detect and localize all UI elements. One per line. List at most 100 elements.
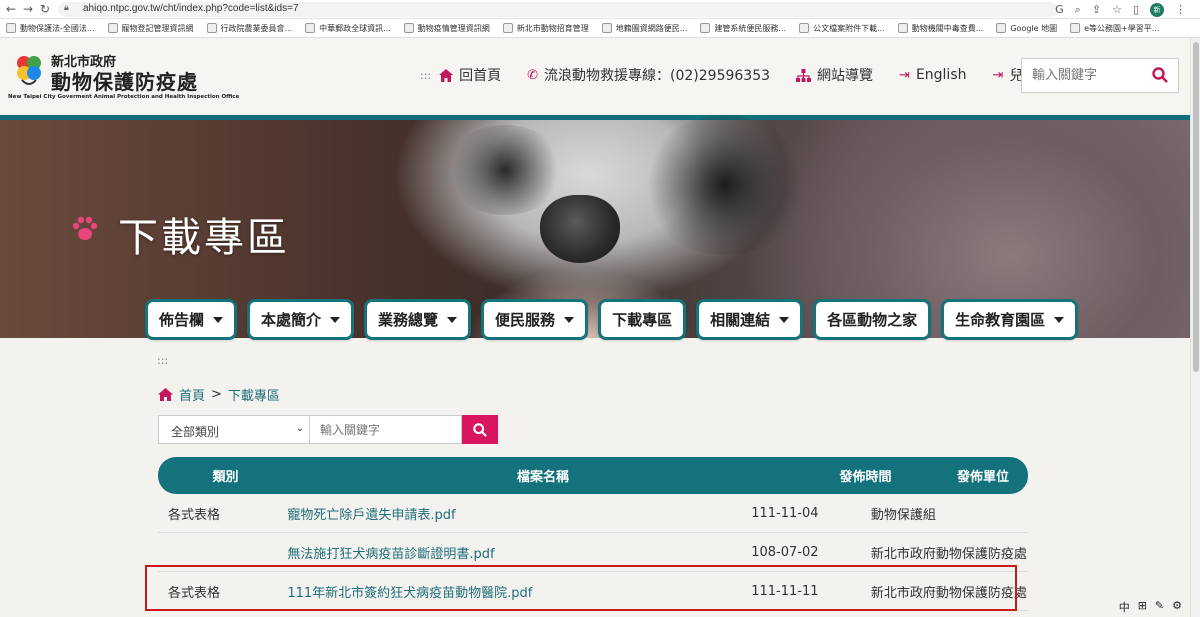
bookmark-label: 中華郵政全球資訊... [319, 23, 391, 33]
sitemap-link[interactable]: 網站導覽 [796, 65, 873, 85]
home-link-label: 回首頁 [459, 68, 502, 84]
bookmark-label: 動物保護法-全國法... [20, 23, 95, 33]
bookmark-label: 行政院農業委員會... [220, 23, 293, 33]
nav-button-label: 下載專區 [612, 311, 673, 329]
url-text: ahiqo.ntpc.gov.tw/cht/index.php?code=lis… [83, 3, 299, 14]
banner-title: 下載專區 [118, 215, 290, 261]
caret-down-icon [447, 316, 458, 323]
english-label: English [915, 67, 967, 83]
category-select[interactable]: 全部類別 ⌄ [158, 415, 310, 444]
zoom-icon[interactable]: ⌕ [1075, 3, 1081, 17]
bookmark-item[interactable]: 中華郵政全球資訊... [305, 23, 391, 34]
bookmark-favicon-icon [403, 23, 414, 33]
bookmark-item[interactable]: 公文檔案附件下載... [799, 23, 885, 34]
bookmark-favicon-icon [1070, 23, 1081, 33]
bookmark-item[interactable]: 寵物登記管理資訊網 [107, 23, 194, 34]
google-icon[interactable]: G [1055, 3, 1064, 16]
bookmark-favicon-icon [107, 23, 118, 33]
forward-arrow-icon[interactable]: → [23, 1, 33, 17]
search-icon [473, 422, 487, 437]
ime-toolbar-icon[interactable]: ⚙ [1172, 599, 1182, 615]
bookmark-label: 動物疫情管理資訊網 [417, 23, 490, 33]
bookmark-star-icon[interactable]: ☆ [1112, 3, 1122, 16]
site-logo[interactable]: 新北市政府 動物保護防疫處 New Taipei City Goverment … [8, 49, 239, 105]
bookmark-item[interactable]: 動物機關中毒查費... [897, 23, 983, 34]
nav-button-label: 便民服務 [495, 311, 556, 329]
scrollbar-thumb[interactable] [1193, 42, 1199, 372]
nav-button[interactable]: 下載專區 [598, 299, 687, 340]
nav-button[interactable]: 生命教育園區 [941, 299, 1079, 340]
page-scrollbar[interactable] [1190, 38, 1200, 617]
nav-button[interactable]: 便民服務 [481, 299, 589, 340]
bookmark-label: Google 地圖 [1010, 23, 1058, 33]
reload-icon[interactable]: ↻ [40, 1, 50, 17]
profile-avatar[interactable]: 新 [1150, 2, 1164, 17]
hotline-link[interactable]: ✆ 流浪動物救援專線：(02)29596353 [527, 65, 770, 85]
ime-toolbar-icon[interactable]: 中 [1119, 599, 1130, 615]
bookmark-favicon-icon [6, 23, 16, 33]
file-link[interactable]: 寵物死亡除戶遺失申請表.pdf [278, 504, 720, 523]
header-unit: 發佈單位 [956, 470, 1009, 485]
menu-dots-icon[interactable]: ⋮ [1175, 3, 1186, 16]
browser-address-bar: ← → ↻ 🔒︎ ahiqo.ntpc.gov.tw/cht/index.php… [0, 0, 1200, 19]
content-accesskey[interactable]: ::: [157, 354, 168, 367]
ime-toolbar: 中 ⊞ ✎ ⚙ [1114, 597, 1186, 617]
breadcrumb-home[interactable]: 首頁 [179, 385, 205, 404]
bookmark-label: 新北市動物招育管理 [516, 23, 589, 33]
filter-row: 全部類別 ⌄ [158, 415, 498, 444]
caret-down-icon [213, 316, 224, 323]
keyword-input[interactable] [310, 415, 462, 444]
back-arrow-icon[interactable]: ← [6, 1, 16, 17]
nav-button-label: 本處簡介 [261, 311, 322, 329]
bookmark-item[interactable]: 地籍圖資網路便民... [601, 23, 688, 34]
breadcrumb-current[interactable]: 下載專區 [228, 385, 280, 404]
hotline-label: 流浪動物救援專線：(02)29596353 [544, 68, 771, 84]
category-select-value: 全部類別 [171, 425, 220, 439]
nav-button[interactable]: 相關連結 [696, 299, 804, 340]
cell-unit: 動物保護組 [870, 507, 936, 523]
bookmark-item[interactable]: 行政院農業委員會... [206, 23, 293, 34]
cell-date: 111-11-04 [751, 505, 819, 521]
bookmark-item[interactable]: e等公務園+學習平... [1070, 23, 1159, 34]
bookmark-item[interactable]: 動物疫情管理資訊網 [403, 23, 490, 34]
chevron-down-icon: ⌄ [295, 423, 304, 434]
header-top-links: ::: 回首頁 ✆ 流浪動物救援專線：(02)29596353 網站導覽 ⇥ E… [420, 65, 1077, 85]
logo-mark-icon [17, 56, 41, 85]
home-link[interactable]: ::: 回首頁 [420, 65, 501, 85]
caret-down-icon [564, 316, 575, 323]
caret-down-icon [330, 316, 341, 323]
bookmark-item[interactable]: Google 地圖 [996, 23, 1057, 34]
ime-toolbar-icon[interactable]: ⊞ [1138, 599, 1147, 615]
nav-button[interactable]: 各區動物之家 [813, 299, 932, 340]
row-highlight-box [145, 565, 1017, 611]
nav-button[interactable]: 佈告欄 [145, 299, 238, 340]
url-field[interactable]: 🔒︎ ahiqo.ntpc.gov.tw/cht/index.php?code=… [58, 2, 1058, 17]
cell-unit: 新北市政府動物保護防疫處 [870, 546, 1027, 562]
nav-button-label: 佈告欄 [159, 311, 205, 329]
bookmark-item[interactable]: 新北市動物招育管理 [502, 23, 589, 34]
sidebar-icon[interactable]: ▯ [1133, 3, 1139, 16]
english-link[interactable]: ⇥ English [899, 67, 966, 83]
sitemap-icon [796, 68, 812, 82]
logo-office-name: 動物保護防疫處 [51, 70, 198, 94]
share-icon[interactable]: ⇪ [1092, 3, 1101, 16]
ime-toolbar-icon[interactable]: ✎ [1155, 599, 1164, 615]
bookmark-label: 建管系統便民服務... [714, 23, 787, 33]
nav-button[interactable]: 本處簡介 [247, 299, 355, 340]
file-link[interactable]: 無法施打狂犬病疫苗診斷證明書.pdf [278, 543, 720, 562]
header-type: 類別 [212, 470, 239, 485]
bookmark-favicon-icon [897, 23, 908, 33]
bookmark-label: 地籍圖資網路便民... [615, 23, 688, 33]
bookmark-item[interactable]: 建管系統便民服務... [700, 23, 786, 34]
search-button[interactable] [462, 415, 498, 444]
search-icon[interactable] [1152, 67, 1168, 83]
site-header: 新北市政府 動物保護防疫處 New Taipei City Goverment … [0, 38, 1190, 115]
cell-date: 108-07-02 [751, 544, 819, 560]
phone-icon: ✆ [527, 67, 539, 83]
main-nav: 佈告欄 本處簡介 業務總覽 便民服務 下載專區 相關連結 各區動物之家 生命教育園區 [145, 299, 1079, 340]
bookmark-item[interactable]: 動物保護法-全國法... [6, 23, 95, 34]
nav-button[interactable]: 業務總覽 [364, 299, 472, 340]
cell-type: 各式表格 [168, 507, 221, 523]
header-search-input[interactable] [1022, 59, 1142, 92]
lock-icon: 🔒︎ [64, 3, 69, 13]
